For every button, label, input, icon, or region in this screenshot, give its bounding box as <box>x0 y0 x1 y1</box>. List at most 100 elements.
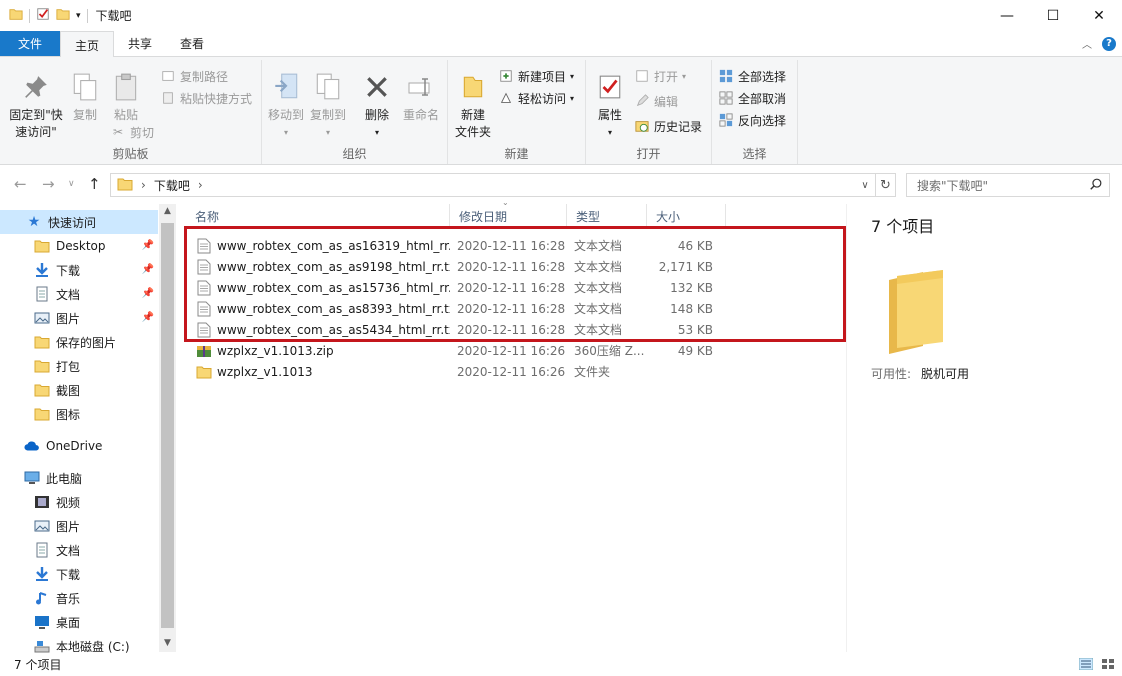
nav-item-label: 保存的图片 <box>56 335 117 350</box>
availability-value: 脱机可用 <box>921 367 970 381</box>
select-none-button[interactable]: 全部取消 <box>718 88 786 108</box>
rename-button[interactable]: 重命名 <box>400 70 442 124</box>
scrollbar-thumb[interactable] <box>161 223 174 628</box>
rename-icon <box>405 70 437 104</box>
history-button[interactable]: 历史记录 <box>634 116 702 136</box>
new-item-button[interactable]: 新建项目 ▾ <box>498 66 574 86</box>
nav-pc-item[interactable]: 文档 <box>0 538 158 562</box>
nav-pc-item[interactable]: 音乐 <box>0 586 158 610</box>
delete-button[interactable]: 删除 ▾ <box>360 70 394 141</box>
recent-locations-icon[interactable]: ∨ <box>68 179 75 189</box>
move-to-button[interactable]: 移动到 ▾ <box>266 70 306 141</box>
nav-item[interactable]: Desktop 📌 <box>0 234 158 258</box>
properties-button[interactable]: 属性 ▾ <box>592 70 628 141</box>
close-button[interactable]: ✕ <box>1076 0 1122 31</box>
paste-icon <box>110 70 142 104</box>
nav-item[interactable]: 下载 📌 <box>0 258 158 282</box>
new-folder-button[interactable]: 新建 文件夹 <box>452 70 494 141</box>
edit-button[interactable]: 编辑 <box>634 91 678 111</box>
nav-item[interactable]: 保存的图片 <box>0 330 158 354</box>
scroll-up-icon[interactable]: ▲ <box>159 206 176 216</box>
help-icon[interactable]: ? <box>1102 36 1116 51</box>
breadcrumb-separator-icon[interactable]: › <box>198 178 203 192</box>
select-all-button[interactable]: 全部选择 <box>718 66 786 86</box>
properties-check-icon[interactable] <box>36 7 50 24</box>
clipboard-group: 固定到"快速访问" 复制 粘贴 复制路径 粘贴快捷方式 ✂ 剪切 剪贴板 <box>0 60 262 164</box>
paste-button[interactable]: 粘贴 <box>108 70 144 124</box>
download-icon <box>34 566 50 582</box>
column-type[interactable]: 类型 <box>567 204 647 228</box>
open-group-label: 打开 <box>636 147 661 161</box>
nav-item[interactable]: 截图 <box>0 378 158 402</box>
computer-icon <box>24 470 40 486</box>
forward-arrow-icon[interactable]: → <box>42 175 55 193</box>
open-icon <box>634 68 650 84</box>
tab-file[interactable]: 文件 <box>0 31 60 56</box>
pin-icon[interactable]: 📌 <box>142 312 154 323</box>
nav-quick-access[interactable]: ★ 快速访问 <box>0 210 158 234</box>
up-arrow-icon[interactable]: ↑ <box>88 175 101 193</box>
copy-path-button[interactable]: 复制路径 <box>160 66 228 86</box>
nav-item-label: 文档 <box>56 287 81 302</box>
column-size[interactable]: 大小 <box>647 204 726 228</box>
search-input[interactable]: 搜索"下载吧" <box>906 173 1110 197</box>
nav-pc-item[interactable]: 下载 <box>0 562 158 586</box>
paste-shortcut-button[interactable]: 粘贴快捷方式 <box>160 88 252 108</box>
breadcrumb-current[interactable]: 下载吧 <box>154 177 190 194</box>
copy-button[interactable]: 复制 <box>68 70 102 124</box>
history-label: 历史记录 <box>654 119 703 134</box>
cut-label: 剪切 <box>130 125 155 140</box>
folder-icon <box>34 406 50 422</box>
tab-view[interactable]: 查看 <box>166 31 218 56</box>
easy-access-label: 轻松访问 <box>518 91 567 106</box>
file-row[interactable]: wzplxz_v1.1013 2020-12-11 16:26 文件夹 <box>186 361 731 382</box>
details-view-icon[interactable] <box>1078 657 1094 671</box>
scroll-down-icon[interactable]: ▼ <box>159 638 176 648</box>
easy-access-button[interactable]: 轻松访问 ▾ <box>498 88 574 108</box>
nav-item[interactable]: 打包 <box>0 354 158 378</box>
open-button[interactable]: 打开 ▾ <box>634 66 686 86</box>
nav-item-label: 图片 <box>56 311 81 326</box>
address-bar[interactable]: › 下载吧 › ∨ ↻ <box>110 173 896 197</box>
nav-pc-item[interactable]: 视频 <box>0 490 158 514</box>
tab-share[interactable]: 共享 <box>114 31 166 56</box>
nav-this-pc[interactable]: 此电脑 <box>0 466 158 490</box>
refresh-icon[interactable]: ↻ <box>875 174 895 196</box>
copy-to-button[interactable]: 复制到 ▾ <box>308 70 348 141</box>
minimize-button[interactable]: — <box>984 0 1030 31</box>
cloud-icon <box>24 438 40 454</box>
nav-pc-item[interactable]: 桌面 <box>0 610 158 634</box>
back-arrow-icon[interactable]: ← <box>14 175 27 193</box>
nav-item[interactable]: 图片 📌 <box>0 306 158 330</box>
copy-path-label: 复制路径 <box>180 69 229 84</box>
pin-icon[interactable]: 📌 <box>142 240 154 251</box>
file-row[interactable]: wzplxz_v1.1013.zip 2020-12-11 16:26 360压缩 … <box>186 340 731 361</box>
pin-quick-access-button[interactable]: 固定到"快速访问" <box>6 70 66 141</box>
properties-icon <box>594 70 626 104</box>
nav-scrollbar[interactable]: ▲ ▼ <box>159 204 176 652</box>
edit-label: 编辑 <box>654 94 679 109</box>
address-dropdown-icon[interactable]: ∨ <box>855 174 875 196</box>
column-type-label: 类型 <box>576 209 601 224</box>
nav-onedrive[interactable]: OneDrive <box>0 434 158 458</box>
pin-icon[interactable]: 📌 <box>142 264 154 275</box>
new-folder-icon[interactable] <box>56 7 70 24</box>
select-group-label: 选择 <box>742 147 767 161</box>
breadcrumb-separator-icon[interactable]: › <box>141 178 146 192</box>
column-date[interactable]: ⌄ 修改日期 <box>450 198 567 228</box>
customize-dropdown-icon[interactable]: ▾ <box>76 11 81 21</box>
nav-this-pc-label: 此电脑 <box>46 471 83 486</box>
large-icons-view-icon[interactable] <box>1100 657 1116 671</box>
nav-item[interactable]: 图标 <box>0 402 158 426</box>
nav-pc-item[interactable]: 图片 <box>0 514 158 538</box>
invert-selection-button[interactable]: 反向选择 <box>718 110 786 130</box>
nav-item[interactable]: 文档 📌 <box>0 282 158 306</box>
tab-home[interactable]: 主页 <box>60 31 115 58</box>
maximize-button[interactable]: ☐ <box>1030 0 1076 31</box>
pin-icon[interactable]: 📌 <box>142 288 154 299</box>
nav-item-label: 图标 <box>56 407 81 422</box>
collapse-ribbon-icon[interactable]: ︿ <box>1082 36 1092 51</box>
column-name[interactable]: 名称 <box>186 204 450 228</box>
cut-button[interactable]: ✂ 剪切 <box>110 122 154 142</box>
nav-item-label: 打包 <box>56 359 81 374</box>
